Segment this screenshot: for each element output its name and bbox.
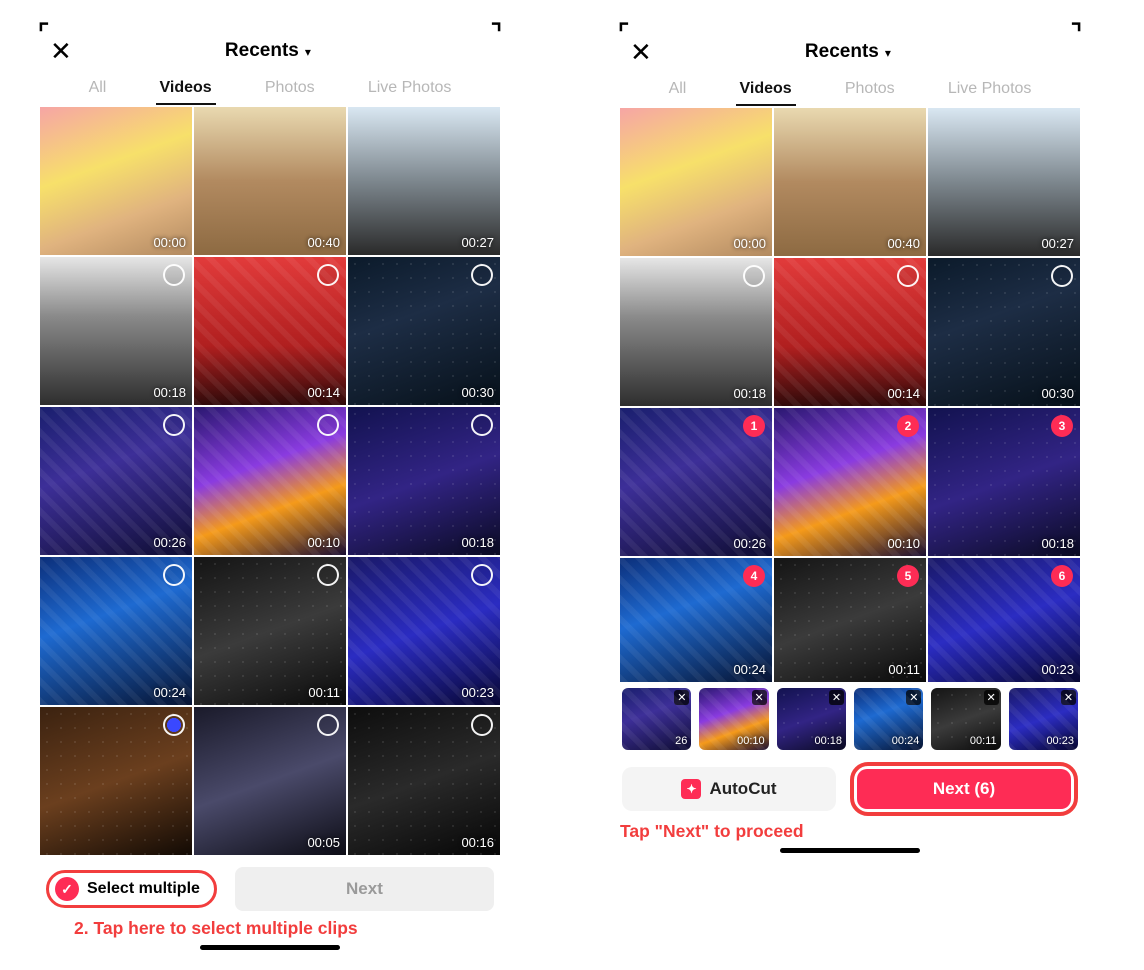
video-thumb[interactable]: 00:30 [928,258,1080,406]
video-grid: 00:00 00:40 00:27 00:18 00:14 00:30 100:… [620,108,1080,682]
remove-icon[interactable]: ✕ [752,690,767,705]
media-type-tabs: All Videos Photos Live Photos [40,74,500,105]
video-thumb[interactable]: 00:00 [620,108,772,256]
video-thumb[interactable]: 00:40 [194,107,346,255]
annotation-caption: 2. Tap here to select multiple clips [40,915,500,939]
tab-all[interactable]: All [665,77,691,106]
video-thumb[interactable]: 200:10 [774,408,926,556]
video-thumb[interactable]: 00:16 [348,707,500,855]
select-multiple-label: Select multiple [87,880,200,898]
remove-icon[interactable]: ✕ [674,690,689,705]
album-title: Recents [805,41,879,63]
remove-icon[interactable]: ✕ [984,690,999,705]
next-button[interactable]: Next [235,867,494,911]
video-thumb[interactable]: 300:18 [928,408,1080,556]
video-thumb[interactable]: 500:11 [774,558,926,682]
video-thumb[interactable]: 00:14 [194,257,346,405]
video-thumb[interactable] [40,707,192,855]
selection-badge[interactable]: 3 [1051,415,1073,437]
selection-badge[interactable]: 2 [897,415,919,437]
video-thumb[interactable]: 00:11 [194,557,346,705]
tab-live-photos[interactable]: Live Photos [364,76,456,105]
tab-live-photos[interactable]: Live Photos [944,77,1036,106]
annotation-outline: Next (6) [850,762,1078,816]
remove-icon[interactable]: ✕ [906,690,921,705]
frame-corners: ⌜⌝ [620,25,1080,33]
media-type-tabs: All Videos Photos Live Photos [620,75,1080,106]
selected-thumb[interactable]: ✕00:18 [777,688,846,750]
tab-videos[interactable]: Videos [736,77,796,106]
autocut-icon: ✦ [681,779,701,799]
video-thumb[interactable]: 00:24 [40,557,192,705]
video-thumb[interactable]: 00:18 [620,258,772,406]
video-thumb[interactable]: 00:18 [348,407,500,555]
selection-badge[interactable]: 6 [1051,565,1073,587]
screenshot-right: ⌜⌝ ✕ Recents ▾ All Videos Photos Live Ph… [620,25,1080,950]
selected-thumb[interactable]: ✕26 [622,688,691,750]
annotation-caption: Tap "Next" to proceed [620,818,1080,842]
video-thumb[interactable]: 00:27 [348,107,500,255]
select-circle-icon[interactable] [897,265,919,287]
video-thumb[interactable]: 00:00 [40,107,192,255]
tab-all[interactable]: All [85,76,111,105]
video-thumb[interactable]: 00:10 [194,407,346,555]
autocut-label: AutoCut [709,779,776,799]
video-thumb[interactable]: 600:23 [928,558,1080,682]
video-thumb[interactable]: 00:27 [928,108,1080,256]
header: ✕ Recents ▾ [40,32,500,74]
album-title: Recents [225,40,299,62]
selected-thumb[interactable]: ✕00:23 [1009,688,1078,750]
frame-corners: ⌜⌝ [40,25,500,32]
remove-icon[interactable]: ✕ [829,690,844,705]
video-thumb[interactable]: 00:05 [194,707,346,855]
tab-photos[interactable]: Photos [261,76,319,105]
selection-badge[interactable]: 4 [743,565,765,587]
selected-thumb[interactable]: ✕00:10 [699,688,768,750]
autocut-button[interactable]: ✦ AutoCut [622,767,836,811]
video-thumb[interactable]: 00:40 [774,108,926,256]
selected-thumb[interactable]: ✕00:24 [854,688,923,750]
video-thumb[interactable]: 00:18 [40,257,192,405]
video-thumb[interactable]: 00:26 [40,407,192,555]
check-icon: ✓ [55,877,79,901]
screenshot-left: ⌜⌝ ✕ Recents ▾ All Videos Photos Live Ph… [40,25,500,950]
select-multiple-button[interactable]: ✓ Select multiple [46,870,217,908]
select-circle-icon[interactable] [743,265,765,287]
video-thumb[interactable]: 00:30 [348,257,500,405]
select-circle-icon[interactable] [1051,265,1073,287]
selected-thumb[interactable]: ✕00:11 [931,688,1000,750]
video-thumb[interactable]: 00:23 [348,557,500,705]
home-indicator [780,848,920,853]
video-thumb[interactable]: 400:24 [620,558,772,682]
video-grid: 00:00 00:40 00:27 00:18 00:14 00:30 00:2… [40,107,500,855]
header: ✕ Recents ▾ [620,33,1080,75]
selection-badge[interactable]: 5 [897,565,919,587]
bottom-bar: ✦ AutoCut Next (6) [620,754,1080,818]
next-button[interactable]: Next (6) [857,769,1071,809]
tab-videos[interactable]: Videos [156,76,216,105]
close-icon[interactable]: ✕ [630,39,652,65]
chevron-down-icon: ▾ [885,46,891,60]
close-icon[interactable]: ✕ [50,38,72,64]
video-thumb[interactable]: 00:14 [774,258,926,406]
bottom-bar: ✓ Select multiple Next [40,855,500,915]
album-dropdown[interactable]: Recents ▾ [72,40,464,62]
selection-badge[interactable]: 1 [743,415,765,437]
remove-icon[interactable]: ✕ [1061,690,1076,705]
tab-photos[interactable]: Photos [841,77,899,106]
chevron-down-icon: ▾ [305,45,311,59]
video-thumb[interactable]: 100:26 [620,408,772,556]
home-indicator [200,945,340,950]
selected-clips-strip: ✕26 ✕00:10 ✕00:18 ✕00:24 ✕00:11 ✕00:23 [620,682,1080,754]
album-dropdown[interactable]: Recents ▾ [652,41,1044,63]
